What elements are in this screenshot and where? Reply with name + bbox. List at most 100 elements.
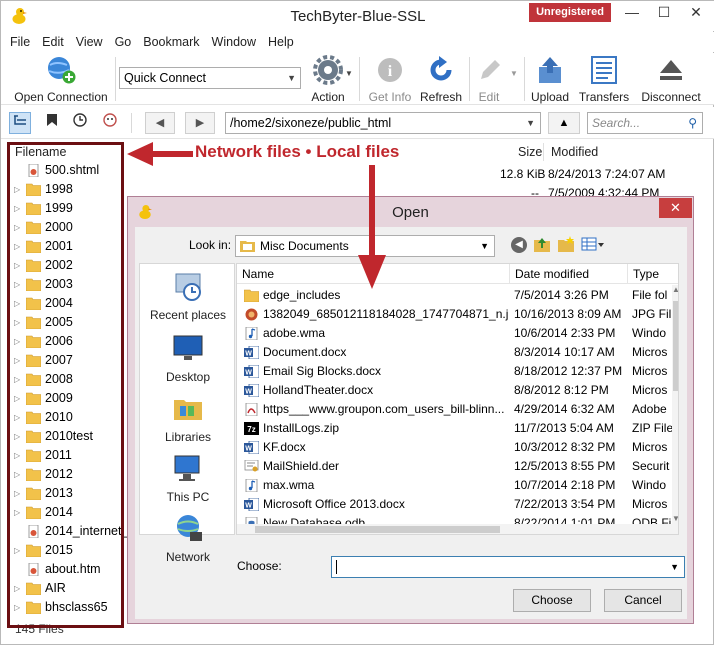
dialog-file-date: 4/29/2014 6:32 AM xyxy=(514,402,615,416)
history-clock-icon[interactable] xyxy=(69,112,91,134)
dialog-file-row[interactable]: adobe.wma 10/6/2014 2:33 PM Windo xyxy=(237,324,678,343)
action-button[interactable]: Action xyxy=(305,55,351,104)
dialog-close-button[interactable]: ✕ xyxy=(659,198,692,218)
dialog-file-row[interactable]: W Email Sig Blocks.docx 8/18/2012 12:37 PM… xyxy=(237,362,678,381)
minimize-button[interactable]: — xyxy=(617,1,647,25)
back-button[interactable]: ◀ xyxy=(145,112,175,134)
menu-file[interactable]: File xyxy=(1,32,36,52)
dialog-file-type: ZIP File xyxy=(632,421,672,435)
maximize-button[interactable]: ☐ xyxy=(649,1,679,25)
menu-go[interactable]: Go xyxy=(109,32,138,52)
word-file-icon: W xyxy=(244,365,259,378)
place-this-pc[interactable]: This PC xyxy=(140,452,236,504)
tree-view-icon xyxy=(14,115,26,125)
outline-view-icon[interactable] xyxy=(9,112,31,134)
place-label: Desktop xyxy=(165,370,211,384)
up-folder-icon[interactable] xyxy=(533,235,551,253)
place-recent-places[interactable]: Recent places xyxy=(140,270,236,322)
column-name[interactable]: Name xyxy=(242,264,274,284)
dialog-file-row[interactable]: max.wma 10/7/2014 2:18 PM Windo xyxy=(237,476,678,495)
dialog-file-row[interactable]: 1382049_685012118184028_1747704871_n.jpg… xyxy=(237,305,678,324)
horizontal-scrollbar[interactable] xyxy=(237,524,672,534)
chevron-down-icon: ▼ xyxy=(670,562,679,572)
refresh-label: Refresh xyxy=(419,90,463,104)
choose-input[interactable]: ▼ xyxy=(331,556,685,578)
word-file-icon: W xyxy=(244,384,259,397)
place-network[interactable]: Network xyxy=(140,512,236,564)
bonjour-icon[interactable] xyxy=(99,112,121,134)
dialog-file-name: KF.docx xyxy=(263,440,306,454)
dialog-file-type: Securit xyxy=(632,459,670,473)
dialog-list-header: Name Date modified Type xyxy=(237,264,678,284)
transfers-list-icon xyxy=(591,56,617,84)
column-date-modified[interactable]: Date modified xyxy=(509,264,589,284)
dialog-file-date: 10/16/2013 8:09 AM xyxy=(514,307,622,321)
dialog-file-row[interactable]: edge_includes 7/5/2014 3:26 PM File fol xyxy=(237,286,678,305)
menu-help[interactable]: Help xyxy=(262,32,300,52)
back-arrow-icon[interactable]: ◀ xyxy=(511,237,527,253)
parent-directory-button[interactable]: ▲ xyxy=(548,112,580,134)
dialog-file-type: Micros xyxy=(632,345,668,359)
chevron-down-icon[interactable]: ▼ xyxy=(345,69,353,78)
edit-label: Edit xyxy=(478,90,500,104)
transfers-button[interactable]: Transfers xyxy=(577,55,631,104)
search-input[interactable]: Search... ⚲ xyxy=(587,112,703,134)
word-file-icon: W xyxy=(244,346,259,359)
folder-file-icon xyxy=(244,289,259,302)
svg-text:W: W xyxy=(245,389,252,396)
dialog-file-row[interactable]: W HollandTheater.docx 8/8/2012 8:12 PM Micr… xyxy=(237,381,678,400)
open-connection-button[interactable]: Open Connection xyxy=(13,55,109,104)
menu-bar: File Edit View Go Bookmark Window Help xyxy=(1,32,714,52)
dialog-file-type: Windo xyxy=(632,326,667,340)
column-size[interactable]: Size xyxy=(518,143,542,161)
place-desktop[interactable]: Desktop xyxy=(140,332,236,384)
dialog-file-date: 11/7/2013 5:04 AM xyxy=(514,421,614,435)
dialog-file-date: 12/5/2013 8:55 PM xyxy=(514,459,616,473)
close-button[interactable]: ✕ xyxy=(681,1,711,25)
search-icon: ⚲ xyxy=(688,116,697,130)
cancel-button[interactable]: Cancel xyxy=(604,589,682,612)
menu-view[interactable]: View xyxy=(70,32,109,52)
column-modified[interactable]: Modified xyxy=(551,143,598,161)
dialog-file-date: 10/3/2012 8:32 PM xyxy=(514,440,616,454)
menu-bookmark[interactable]: Bookmark xyxy=(137,32,205,52)
quick-connect-select[interactable]: Quick Connect ▼ xyxy=(119,67,301,89)
dialog-file-row[interactable]: MailShield.der 12/5/2013 8:55 PM Securit xyxy=(237,457,678,476)
dialog-file-date: 7/22/2013 3:54 PM xyxy=(514,497,616,511)
vertical-scrollbar[interactable]: ▲ ▼ xyxy=(672,285,678,534)
dialog-file-row[interactable]: W Document.docx 8/3/2014 10:17 AM Micros xyxy=(237,343,678,362)
audio-file-icon xyxy=(244,479,259,492)
dialog-file-date: 8/18/2012 12:37 PM xyxy=(514,364,623,378)
dialog-file-name: InstallLogs.zip xyxy=(263,421,340,435)
refresh-icon xyxy=(430,56,452,81)
get-info-button[interactable]: i Get Info xyxy=(365,55,415,104)
chevron-down-icon[interactable]: ▼ xyxy=(510,69,518,78)
view-menu-icon[interactable] xyxy=(581,235,605,253)
forward-button[interactable]: ▶ xyxy=(185,112,215,134)
unregistered-badge[interactable]: Unregistered xyxy=(529,3,611,22)
column-type[interactable]: Type xyxy=(627,264,659,284)
svg-text:W: W xyxy=(245,370,252,377)
dialog-file-row[interactable]: https___www.groupon.com_users_bill-blinn… xyxy=(237,400,678,419)
dialog-file-name: Microsoft Office 2013.docx xyxy=(263,497,405,511)
menu-window[interactable]: Window xyxy=(206,32,262,52)
edit-button[interactable]: Edit xyxy=(471,55,507,104)
menu-edit[interactable]: Edit xyxy=(36,32,70,52)
path-select[interactable]: /home2/sixoneze/public_html ▼ xyxy=(225,112,541,134)
choose-button[interactable]: Choose xyxy=(513,589,591,612)
upload-button[interactable]: Upload xyxy=(527,55,573,104)
dialog-title-bar: Open ✕ xyxy=(128,197,693,227)
new-folder-icon[interactable] xyxy=(557,235,575,253)
bookmark-icon[interactable] xyxy=(41,112,63,134)
place-libraries[interactable]: Libraries xyxy=(140,392,236,444)
gear-icon xyxy=(313,55,343,85)
get-info-label: Get Info xyxy=(368,90,412,104)
refresh-button[interactable]: Refresh xyxy=(417,55,465,104)
pdf-file-icon xyxy=(244,403,259,416)
svg-text:W: W xyxy=(245,446,252,453)
disconnect-button[interactable]: Disconnect xyxy=(639,55,703,104)
dialog-file-row[interactable]: W Microsoft Office 2013.docx 7/22/2013 3:5… xyxy=(237,495,678,514)
dialog-file-row[interactable]: W KF.docx 10/3/2012 8:32 PM Micros xyxy=(237,438,678,457)
dialog-file-row[interactable]: 7z InstallLogs.zip 11/7/2013 5:04 AM ZIP Fi… xyxy=(237,419,678,438)
text-cursor xyxy=(336,560,337,574)
